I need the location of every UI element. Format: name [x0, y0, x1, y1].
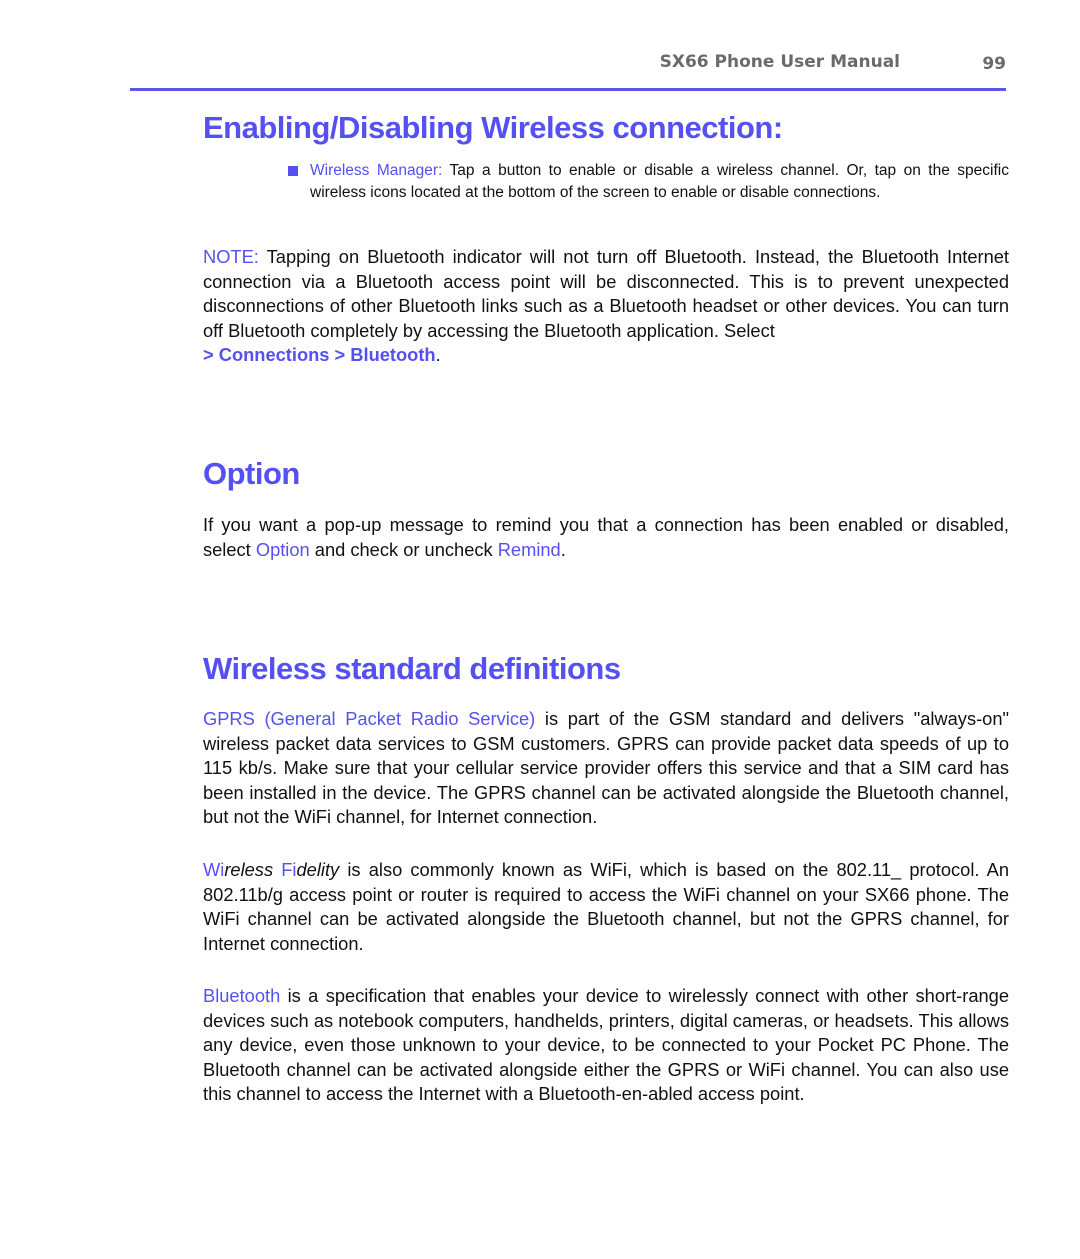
bluetooth-block: Bluetooth is a specification that enable…: [203, 984, 1009, 1107]
gprs-paragraph: GPRS (General Packet Radio Service) is p…: [203, 707, 1009, 830]
term-gprs: GPRS (General Packet Radio Service): [203, 708, 536, 729]
page-number: 99: [982, 54, 1006, 74]
heading-option: Option: [203, 456, 300, 491]
note-text: Tapping on Bluetooth indicator will not …: [203, 246, 1009, 341]
term-fi: Fi: [281, 859, 297, 880]
bullet-wireless-manager: Wireless Manager: Tap a button to enable…: [287, 160, 1009, 203]
bullet-square-icon: [288, 166, 298, 176]
section-option: Option: [203, 456, 1009, 492]
bluetooth-text: is a specification that enables your dev…: [203, 985, 1009, 1104]
heading-wireless-standard-definitions: Wireless standard definitions: [203, 651, 621, 686]
term-delity: delity: [296, 859, 340, 880]
heading-enabling-disabling: Enabling/Disabling Wireless connection:: [203, 110, 783, 145]
connections-bluetooth-path: > Connections > Bluetooth: [203, 344, 436, 365]
section-definitions: Wireless standard definitions: [203, 651, 1009, 687]
term-wireless-manager: Wireless Manager:: [310, 162, 443, 179]
wifi-block: Wireless Fidelity is also commonly known…: [203, 858, 1009, 956]
note-paragraph: NOTE: Tapping on Bluetooth indicator wil…: [203, 245, 1009, 368]
section-enabling: Enabling/Disabling Wireless connection:: [203, 110, 1009, 146]
page-header: SX66 Phone User Manual 99: [130, 50, 1006, 91]
term-reless: reless: [224, 859, 282, 880]
option-paragraph: If you want a pop-up message to remind y…: [203, 513, 1009, 562]
gprs-block: GPRS (General Packet Radio Service) is p…: [203, 707, 1009, 830]
option-text-middle: and check or uncheck: [309, 538, 498, 560]
note-label: NOTE:: [203, 246, 259, 267]
option-link: Option: [255, 538, 310, 560]
option-paragraph-block: If you want a pop-up message to remind y…: [203, 513, 1009, 562]
bluetooth-paragraph: Bluetooth is a specification that enable…: [203, 984, 1009, 1107]
note-end: .: [435, 344, 441, 365]
wifi-paragraph: Wireless Fidelity is also commonly known…: [203, 858, 1009, 956]
term-wi: Wi: [203, 859, 225, 880]
note-block: NOTE: Tapping on Bluetooth indicator wil…: [203, 245, 1009, 368]
option-text-end: .: [560, 538, 566, 560]
remind-link: Remind: [497, 538, 561, 560]
manual-title: SX66 Phone User Manual: [659, 52, 900, 72]
term-bluetooth: Bluetooth: [203, 985, 281, 1006]
